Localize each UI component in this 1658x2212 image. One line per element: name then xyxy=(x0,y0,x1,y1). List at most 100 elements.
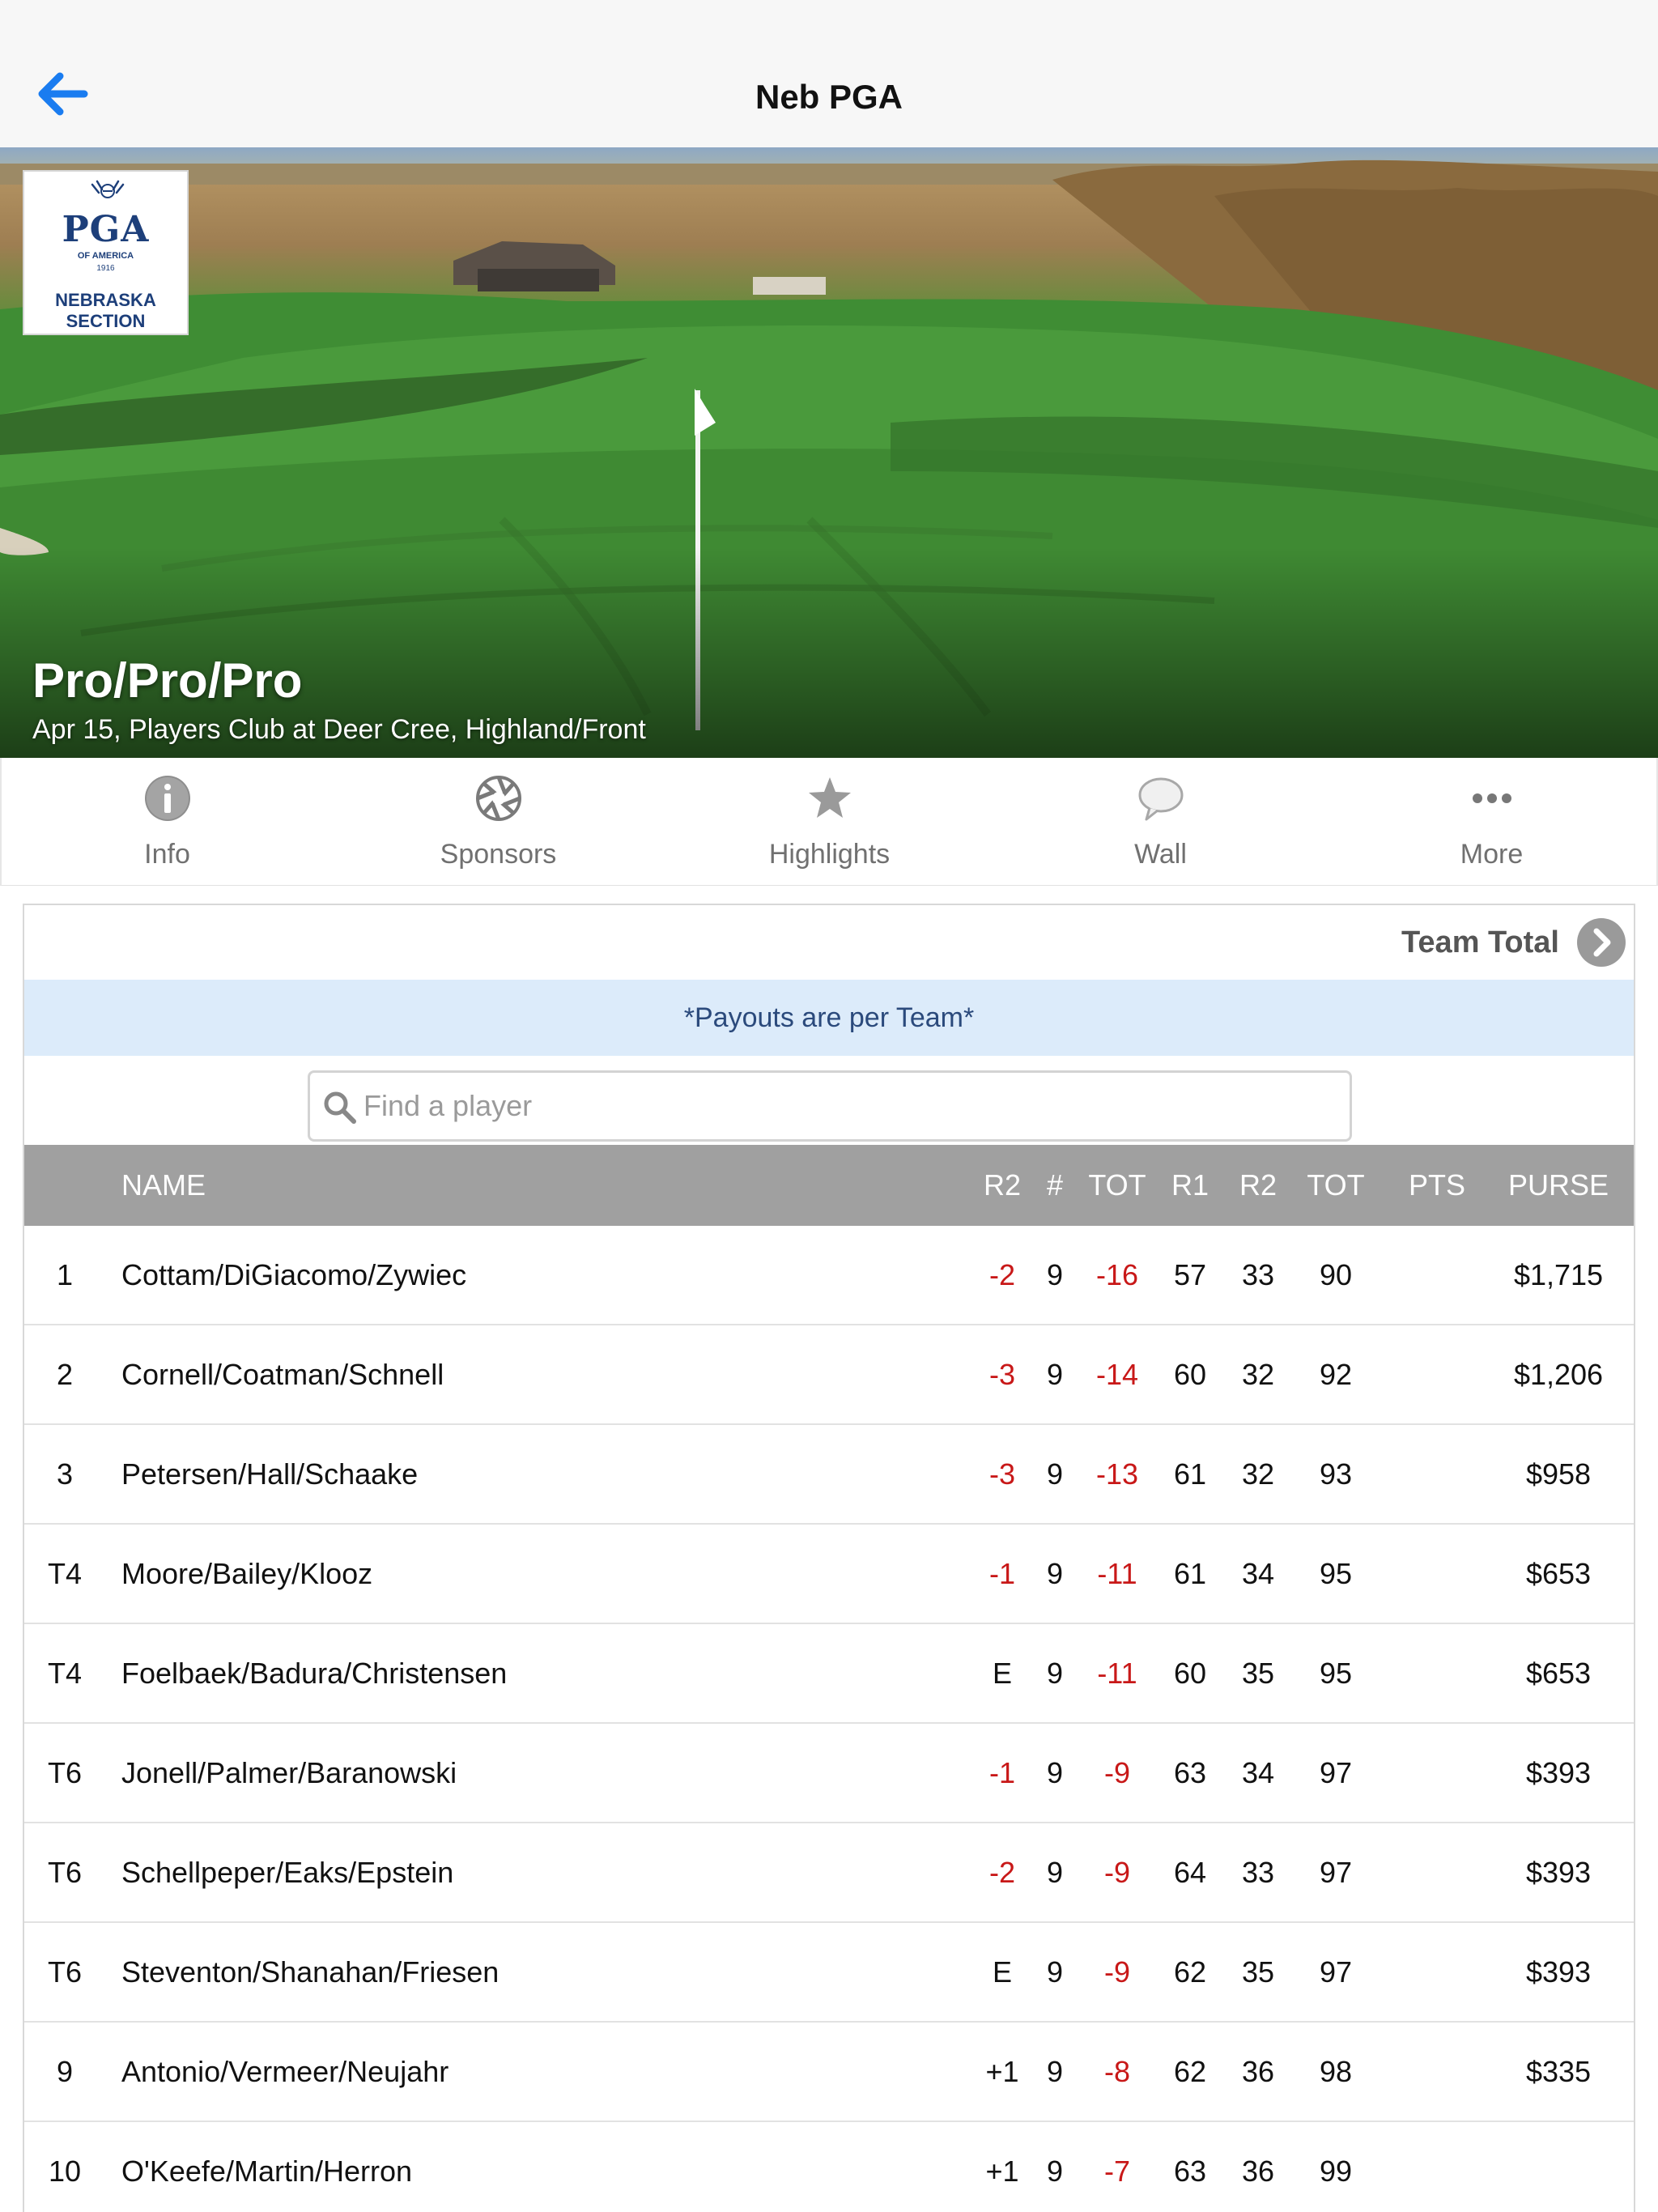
tab-sponsors-label: Sponsors xyxy=(440,839,557,870)
purse xyxy=(1490,2122,1627,2212)
total-strokes: 98 xyxy=(1319,2055,1353,2088)
table-row[interactable]: T6 Schellpeper/Eaks/Epstein -2 9 -9 64 3… xyxy=(24,1823,1634,1923)
team-name: Cornell/Coatman/Schnell xyxy=(121,1358,444,1391)
thru: 9 xyxy=(1046,1457,1064,1491)
total-strokes: 99 xyxy=(1319,2155,1353,2188)
aperture-icon xyxy=(475,776,521,821)
purse: $1,206 xyxy=(1513,1358,1604,1391)
tab-wall[interactable]: Wall xyxy=(995,758,1326,886)
team-name: Cottam/DiGiacomo/Zywiec xyxy=(121,1258,467,1291)
team-total-button[interactable]: Team Total xyxy=(1401,917,1626,968)
star-icon xyxy=(808,777,851,818)
today-score: -2 xyxy=(988,1856,1015,1889)
position: T6 xyxy=(47,1856,82,1889)
team-name: Jonell/Palmer/Baranowski xyxy=(121,1756,457,1789)
today-score: E xyxy=(992,1955,1012,1989)
team-name: Foelbaek/Badura/Christensen xyxy=(121,1657,508,1690)
ellipsis-icon xyxy=(1472,793,1511,803)
round-1: 62 xyxy=(1173,1955,1207,1989)
today-score: -3 xyxy=(988,1358,1015,1391)
to-par: -14 xyxy=(1095,1358,1139,1391)
tab-more-label: More xyxy=(1460,839,1524,870)
to-par: -9 xyxy=(1103,1955,1130,1989)
table-row[interactable]: T6 Jonell/Palmer/Baranowski -1 9 -9 63 3… xyxy=(24,1724,1634,1823)
table-row[interactable]: 2 Cornell/Coatman/Schnell -3 9 -14 60 32… xyxy=(24,1325,1634,1425)
today-score: -2 xyxy=(988,1258,1015,1291)
round-2: 32 xyxy=(1241,1358,1275,1391)
total-strokes: 90 xyxy=(1319,1258,1353,1291)
table-row[interactable]: 10 O'Keefe/Martin/Herron +1 9 -7 63 36 9… xyxy=(24,2122,1634,2212)
total-strokes: 92 xyxy=(1319,1358,1353,1391)
position: 10 xyxy=(48,2155,82,2188)
round-1: 61 xyxy=(1173,1457,1207,1491)
event-hero-image: PGA OF AMERICA 1916 NEBRASKA SECTION Pro… xyxy=(0,147,1658,758)
points xyxy=(1392,1724,1482,1822)
column-header-today[interactable]: R2 xyxy=(970,1145,1035,1226)
pga-crest-icon xyxy=(91,180,125,198)
points xyxy=(1392,1823,1482,1921)
table-row[interactable]: T4 Foelbaek/Badura/Christensen E 9 -11 6… xyxy=(24,1624,1634,1724)
thru: 9 xyxy=(1046,1358,1064,1391)
thru: 9 xyxy=(1046,2055,1064,2088)
today-score: +1 xyxy=(985,2055,1019,2088)
column-header-r1[interactable]: R1 xyxy=(1161,1145,1219,1226)
purse: $958 xyxy=(1525,1457,1592,1491)
team-name: Schellpeper/Eaks/Epstein xyxy=(121,1856,454,1889)
table-row[interactable]: 3 Petersen/Hall/Schaake -3 9 -13 61 32 9… xyxy=(24,1425,1634,1525)
points xyxy=(1392,1425,1482,1523)
purse: $393 xyxy=(1525,1955,1592,1989)
today-score: -1 xyxy=(988,1557,1015,1590)
column-header-thru[interactable]: # xyxy=(1035,1145,1075,1226)
column-header-to-par[interactable]: TOT xyxy=(1077,1145,1158,1226)
thru: 9 xyxy=(1046,1756,1064,1789)
thru: 9 xyxy=(1046,1557,1064,1590)
thru: 9 xyxy=(1046,1258,1064,1291)
to-par: -9 xyxy=(1103,1856,1130,1889)
round-1: 62 xyxy=(1173,2055,1207,2088)
tab-sponsors[interactable]: Sponsors xyxy=(333,758,664,886)
tab-highlights-label: Highlights xyxy=(768,839,891,870)
thru: 9 xyxy=(1046,1856,1064,1889)
tab-more[interactable]: More xyxy=(1326,758,1657,886)
thru: 9 xyxy=(1046,2155,1064,2188)
column-header-pts[interactable]: PTS xyxy=(1392,1145,1482,1226)
points xyxy=(1392,2023,1482,2121)
team-name: Steventon/Shanahan/Friesen xyxy=(121,1955,500,1989)
tab-info[interactable]: Info xyxy=(2,758,333,886)
speech-bubble-icon xyxy=(1138,777,1183,821)
round-2: 32 xyxy=(1241,1457,1275,1491)
table-row[interactable]: T4 Moore/Bailey/Klooz -1 9 -11 61 34 95 … xyxy=(24,1525,1634,1624)
table-row[interactable]: 1 Cottam/DiGiacomo/Zywiec -2 9 -16 57 33… xyxy=(24,1226,1634,1325)
table-row[interactable]: T6 Steventon/Shanahan/Friesen E 9 -9 62 … xyxy=(24,1923,1634,2023)
table-row[interactable]: 9 Antonio/Vermeer/Neujahr +1 9 -8 62 36 … xyxy=(24,2023,1634,2122)
purse: $653 xyxy=(1525,1557,1592,1590)
purse: $1,715 xyxy=(1513,1258,1604,1291)
round-2: 35 xyxy=(1241,1955,1275,1989)
round-2: 34 xyxy=(1241,1557,1275,1590)
position: T6 xyxy=(47,1955,82,1989)
points xyxy=(1392,2122,1482,2212)
team-name: O'Keefe/Martin/Herron xyxy=(121,2155,413,2188)
leaderboard-card: Team Total *Payouts are per Team* NAME R… xyxy=(23,904,1635,2212)
column-header-r2[interactable]: R2 xyxy=(1229,1145,1287,1226)
total-strokes: 95 xyxy=(1319,1657,1353,1690)
search-input[interactable] xyxy=(363,1076,1335,1136)
round-1: 63 xyxy=(1173,2155,1207,2188)
round-1: 64 xyxy=(1173,1856,1207,1889)
tab-highlights[interactable]: Highlights xyxy=(664,758,995,886)
column-header-name[interactable]: NAME xyxy=(121,1145,931,1226)
column-header-total[interactable]: TOT xyxy=(1287,1145,1384,1226)
event-tab-bar: Info Sponsors Highlights Wall More xyxy=(0,758,1658,886)
round-2: 33 xyxy=(1241,1258,1275,1291)
position: 9 xyxy=(56,2055,74,2088)
team-total-label: Team Total xyxy=(1401,925,1559,959)
column-header-purse[interactable]: PURSE xyxy=(1490,1145,1627,1226)
position: T6 xyxy=(47,1756,82,1789)
position: 3 xyxy=(56,1457,74,1491)
position: T4 xyxy=(47,1657,82,1690)
purse: $335 xyxy=(1525,2055,1592,2088)
thru: 9 xyxy=(1046,1657,1064,1690)
round-1: 63 xyxy=(1173,1756,1207,1789)
today-score: -1 xyxy=(988,1756,1015,1789)
search-icon xyxy=(324,1091,356,1124)
